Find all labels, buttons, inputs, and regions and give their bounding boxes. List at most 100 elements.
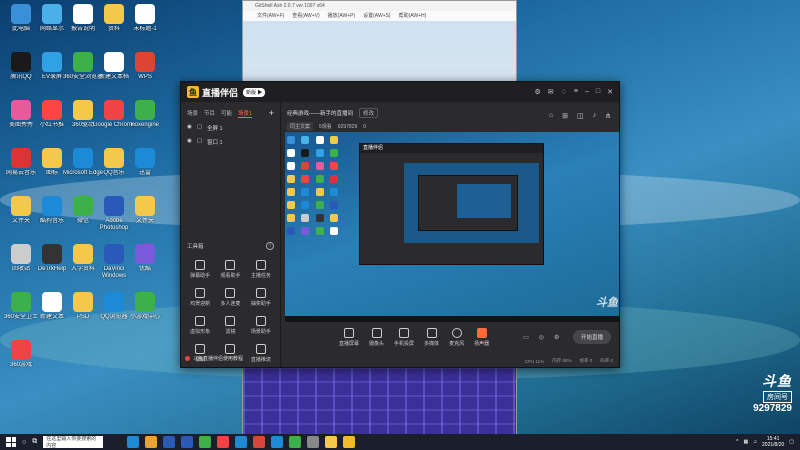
eye-icon[interactable]: ◉ (187, 124, 192, 132)
tag-icon[interactable]: ⊞ (562, 112, 568, 120)
tab-program[interactable]: 节目 (204, 109, 215, 117)
toolbox-item[interactable]: 主播任务 (246, 260, 276, 279)
menu-item[interactable]: 查看(AW+V) (292, 11, 319, 21)
circuit-graphic (243, 364, 516, 439)
preview-icon (287, 201, 295, 209)
lock-icon[interactable]: ▢ (197, 124, 202, 132)
record-icon[interactable]: ▭ (523, 334, 529, 341)
toolbox-item[interactable]: 多人连麦 (215, 288, 245, 307)
app-name: 直播伴侣 (202, 87, 239, 98)
notice-text: 斗鱼直播伴侣使用教程 (193, 355, 244, 362)
menu-icon[interactable]: ≡ (574, 88, 578, 96)
taskbar-app-icon[interactable] (235, 436, 248, 448)
desktop-icon-label: 文件夹 (135, 218, 154, 224)
version-badge[interactable]: 新版 ▶ (243, 87, 266, 97)
app-icon (135, 196, 155, 216)
desktop-icon[interactable]: 优酷 (126, 244, 164, 273)
app-icon (73, 4, 93, 24)
clock[interactable]: 15:41 2021/8/20 (762, 436, 784, 448)
taskbar-app-icon[interactable] (253, 436, 266, 448)
lock-icon[interactable]: ▢ (197, 138, 202, 146)
maximize-icon[interactable]: □ (596, 88, 600, 96)
eye-icon[interactable]: ◉ (187, 138, 192, 146)
microphone-button[interactable]: 麦克风 (449, 327, 464, 347)
edit-room-button[interactable]: 修改 (359, 108, 379, 118)
start-live-button[interactable]: 开始直播 (572, 330, 611, 344)
taskbar-app-icon[interactable] (145, 436, 158, 448)
info-icon[interactable]: i (266, 242, 274, 250)
menu-item[interactable]: 设置(AW+S) (363, 11, 390, 21)
toolbox-item[interactable]: 滤镜 (215, 316, 245, 335)
add-scene-icon[interactable]: + (269, 108, 274, 118)
taskbar-app-icon[interactable] (289, 436, 302, 448)
settings-icon[interactable]: ⚙ (534, 88, 540, 96)
desktop-icon[interactable]: WPS (126, 52, 164, 81)
toolbox-item[interactable]: 鸡贺迎新 (185, 288, 215, 307)
stream-preview[interactable]: 直播伴侣 (285, 132, 619, 322)
live-companion-window[interactable]: 鱼 直播伴侣 新版 ▶ ⚙ ✉ ♢ ≡ – □ ✕ 场景 节目 可能 场景1 +… (180, 81, 620, 368)
mail-icon[interactable]: ✉ (548, 88, 554, 96)
status-cpu: CPU 11% (524, 358, 545, 364)
minimize-icon[interactable]: – (585, 88, 589, 96)
tutorial-notice[interactable]: 斗鱼直播伴侣使用教程 (185, 353, 276, 363)
tab-possible[interactable]: 可能 (221, 109, 232, 117)
search-icon[interactable]: ○ (22, 439, 26, 446)
share-icon[interactable]: ⋔ (605, 112, 611, 120)
taskbar-app-icon[interactable] (163, 436, 176, 448)
scene-item[interactable]: ◉ ▢ 窗口 1 (181, 135, 280, 149)
taskbar-app-icon[interactable] (343, 436, 356, 448)
taskbar-app-icon[interactable] (181, 436, 194, 448)
taskbar-app-icon[interactable] (217, 436, 230, 448)
windows-start-icon[interactable] (6, 437, 16, 447)
desktop-icon[interactable]: 未标题-1 (126, 4, 164, 33)
desktop-icon[interactable]: 文件夹 (126, 196, 164, 225)
tab-scene-1[interactable]: 场景1 (238, 109, 253, 118)
taskbar-app-icon[interactable] (325, 436, 338, 448)
toolbox-item[interactable]: 场景助手 (246, 316, 276, 335)
stat-chip[interactable]: 同主文案 (287, 122, 314, 131)
desktop-icon[interactable]: 360游戏 (2, 340, 40, 369)
close-icon[interactable]: ✕ (607, 88, 613, 96)
preview-watermark: 斗鱼 (596, 297, 618, 309)
desktop-icon[interactable]: Foxengine (126, 100, 164, 129)
status-mem: 内存 58% (552, 358, 572, 363)
taskbar-app-icon[interactable] (307, 436, 320, 448)
desktop-icon[interactable]: 迅雷 (126, 148, 164, 177)
menu-item[interactable]: 播放(AW+P) (328, 11, 355, 21)
chevron-up-icon[interactable]: ^ (736, 439, 738, 445)
media-button[interactable]: 多媒体 (424, 327, 439, 347)
task-view-icon[interactable]: ⧉ (32, 438, 37, 446)
volume-icon[interactable]: ♫ (753, 439, 757, 445)
toolbox-item[interactable]: 抽奖助手 (246, 288, 276, 307)
lock-icon[interactable]: ⌂ (549, 112, 553, 120)
camera-button[interactable]: 摄像头 (369, 327, 384, 347)
tab-scene[interactable]: 场景 (187, 109, 198, 117)
network-icon[interactable]: ▦ (744, 439, 749, 445)
menu-item[interactable]: 文件(AW+F) (257, 11, 284, 21)
screen-share-button[interactable]: 直播屏幕 (339, 327, 360, 347)
taskbar-app-icon[interactable] (199, 436, 212, 448)
preview-icon (287, 149, 295, 157)
menu-item[interactable]: 帮助(AW+H) (399, 11, 427, 21)
preview-icon (287, 227, 295, 235)
comment-icon[interactable]: ◫ (577, 112, 584, 120)
control-label: 直播屏幕 (339, 340, 360, 347)
notification-icon[interactable]: ▢ (789, 439, 794, 445)
bell-icon[interactable]: ♪ (593, 112, 597, 120)
skin-icon[interactable]: ♢ (561, 88, 567, 96)
phone-cast-button[interactable]: 手机投屏 (394, 327, 414, 347)
preview-icon (315, 175, 324, 183)
toolbox-item[interactable]: 弹幕助手 (185, 260, 215, 279)
toolbox-item[interactable]: 观看助手 (215, 260, 245, 279)
desktop-icon[interactable]: 小游戏中心 (126, 292, 164, 321)
settings-icon[interactable]: ⚙ (554, 334, 559, 341)
taskbar-search-input[interactable]: 在这里输入你要搜索的内容 (43, 436, 104, 449)
preview-icon (301, 175, 310, 183)
toolbox-item[interactable]: 虚拟形象 (185, 316, 215, 335)
taskbar-app-icon[interactable] (127, 436, 140, 448)
taskbar-app-icon[interactable] (271, 436, 284, 448)
eye-icon[interactable]: ◎ (539, 334, 544, 341)
speaker-button[interactable]: 扬声器 (474, 327, 489, 347)
pinned-apps (127, 436, 356, 448)
scene-item[interactable]: ◉ ▢ 全屏 1 (181, 121, 280, 135)
